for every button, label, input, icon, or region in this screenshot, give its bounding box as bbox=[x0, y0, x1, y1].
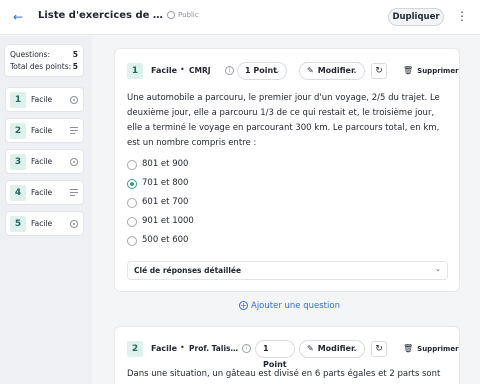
option-label: 801 et 900 bbox=[142, 159, 189, 169]
arrow-left-icon[interactable]: ← bbox=[10, 9, 26, 25]
radio-icon bbox=[70, 158, 78, 166]
visibility-badge: Public bbox=[167, 11, 199, 19]
sidebar-question-4[interactable]: 4 Facile bbox=[5, 180, 84, 205]
points-value: 5 bbox=[72, 62, 78, 71]
question-number: 3 bbox=[10, 154, 26, 170]
option-label: 901 et 1000 bbox=[142, 216, 194, 226]
question-level: Facile bbox=[31, 219, 53, 228]
answer-option-3[interactable]: 601 et 700 bbox=[127, 196, 327, 210]
source-label: Prof. Taliss... bbox=[189, 344, 239, 353]
answer-option-5[interactable]: 500 et 600 bbox=[127, 234, 327, 248]
delete-label: Supprimer bbox=[417, 67, 459, 75]
visibility-label: Public bbox=[178, 11, 199, 19]
delete-button[interactable]: 🗑 Supprimer bbox=[403, 66, 459, 75]
pencil-icon: ✎ bbox=[307, 344, 314, 353]
sidebar-question-2[interactable]: 2 Facile bbox=[5, 118, 84, 143]
questions-label: Questions: bbox=[10, 50, 50, 59]
answer-option-4[interactable]: 901 et 1000 bbox=[127, 215, 327, 229]
separator-dot: • bbox=[180, 343, 185, 352]
question-level: Facile bbox=[31, 188, 53, 197]
chevron-down-icon: ⌄ bbox=[352, 67, 358, 75]
main-content: 1 Facile • CMRJ i 1 Point ⌄ ✎ Modifier ⌄ … bbox=[92, 36, 480, 384]
chevron-down-icon: ⌄ bbox=[435, 265, 441, 273]
add-question-label: Ajouter une question bbox=[251, 301, 340, 311]
delete-label: Supprimer bbox=[417, 345, 459, 353]
stats-box: Questions: 5 Total des points: 5 bbox=[4, 44, 84, 77]
separator-dot: • bbox=[180, 65, 185, 74]
question-number: 1 bbox=[10, 92, 26, 108]
question-level: Facile bbox=[31, 126, 53, 135]
edit-label: Modifier bbox=[317, 344, 355, 353]
radio-button[interactable] bbox=[127, 160, 137, 170]
question-text: Dans une situation, un gâteau est divisé… bbox=[127, 369, 441, 379]
plus-circle-icon: + bbox=[239, 301, 248, 310]
questions-value: 5 bbox=[72, 50, 78, 59]
answer-option-1[interactable]: 801 et 900 bbox=[127, 158, 327, 172]
points-label: 1 Point bbox=[245, 66, 277, 75]
points-label: Total des points: bbox=[10, 62, 72, 71]
refresh-icon[interactable]: ↻ bbox=[371, 63, 387, 79]
delete-button[interactable]: 🗑 Supprimer bbox=[403, 344, 459, 353]
question-text: Une automobile a parcouru, le premier jo… bbox=[127, 93, 440, 148]
points-label: 1 Point bbox=[263, 344, 287, 369]
difficulty-label: Facile bbox=[151, 344, 178, 353]
question-card-2: 2 Facile • Prof. Taliss... i 1 Point ✎ Mo… bbox=[114, 326, 460, 384]
kebab-icon[interactable]: ⋮ bbox=[456, 9, 468, 25]
radio-icon bbox=[70, 96, 78, 104]
page-title: Liste d'exercices de Repré... bbox=[38, 10, 166, 21]
edit-dropdown[interactable]: ✎ Modifier ⌄ bbox=[299, 62, 365, 80]
answer-key-accordion[interactable]: Clé de réponses détaillée ⌄ bbox=[127, 261, 448, 280]
question-number: 2 bbox=[10, 123, 26, 139]
radio-button[interactable] bbox=[127, 198, 137, 208]
globe-icon bbox=[167, 11, 175, 19]
info-icon[interactable]: i bbox=[242, 344, 251, 353]
option-label: 500 et 600 bbox=[142, 235, 189, 245]
refresh-icon[interactable]: ↻ bbox=[371, 341, 387, 357]
question-number-badge: 1 bbox=[127, 63, 143, 79]
question-level: Facile bbox=[31, 95, 53, 104]
points-dropdown[interactable]: 1 Point bbox=[255, 340, 295, 369]
edit-label: Modifier bbox=[317, 66, 355, 75]
question-card-1: 1 Facile • CMRJ i 1 Point ⌄ ✎ Modifier ⌄ … bbox=[114, 48, 460, 292]
sidebar-question-5[interactable]: 5 Facile bbox=[5, 211, 84, 236]
question-number: 5 bbox=[10, 216, 26, 232]
duplicate-button[interactable]: Dupliquer bbox=[388, 8, 444, 26]
trash-icon: 🗑 bbox=[403, 344, 414, 353]
edit-dropdown[interactable]: ✎ Modifier ⌄ bbox=[299, 340, 365, 358]
question-number-badge: 2 bbox=[127, 341, 143, 357]
questions-stat: Questions: 5 bbox=[10, 49, 78, 61]
question-sidebar: Questions: 5 Total des points: 5 1 Facil… bbox=[0, 36, 92, 384]
pencil-icon: ✎ bbox=[307, 66, 314, 75]
radio-button[interactable] bbox=[127, 217, 137, 227]
text-lines-icon bbox=[70, 189, 78, 197]
points-stat: Total des points: 5 bbox=[10, 61, 78, 73]
chevron-down-icon: ⌄ bbox=[274, 67, 280, 75]
question-level: Facile bbox=[31, 157, 53, 166]
difficulty-label: Facile bbox=[151, 66, 178, 75]
answer-option-2[interactable]: 701 et 800 bbox=[127, 177, 327, 191]
points-dropdown[interactable]: 1 Point ⌄ bbox=[237, 62, 287, 80]
add-question-button[interactable]: + Ajouter une question bbox=[239, 301, 340, 311]
option-label: 601 et 700 bbox=[142, 197, 189, 207]
radio-button-selected[interactable] bbox=[127, 179, 137, 189]
source-label: CMRJ bbox=[189, 66, 211, 75]
question-header: 1 Facile • CMRJ i 1 Point ⌄ ✎ Modifier ⌄ … bbox=[127, 62, 459, 80]
radio-icon bbox=[70, 220, 78, 228]
option-label: 701 et 800 bbox=[142, 178, 189, 188]
text-lines-icon bbox=[70, 127, 78, 135]
question-header: 2 Facile • Prof. Taliss... i 1 Point ✎ Mo… bbox=[127, 340, 459, 369]
sidebar-question-3[interactable]: 3 Facile bbox=[5, 149, 84, 174]
top-bar: ← Liste d'exercices de Repré... Public D… bbox=[0, 0, 480, 35]
radio-button[interactable] bbox=[127, 236, 137, 246]
info-icon[interactable]: i bbox=[225, 66, 234, 75]
sidebar-question-1[interactable]: 1 Facile bbox=[5, 87, 84, 112]
answer-key-label: Clé de réponses détaillée bbox=[134, 266, 242, 275]
trash-icon: 🗑 bbox=[403, 66, 414, 75]
question-number: 4 bbox=[10, 185, 26, 201]
chevron-down-icon: ⌄ bbox=[352, 345, 358, 353]
